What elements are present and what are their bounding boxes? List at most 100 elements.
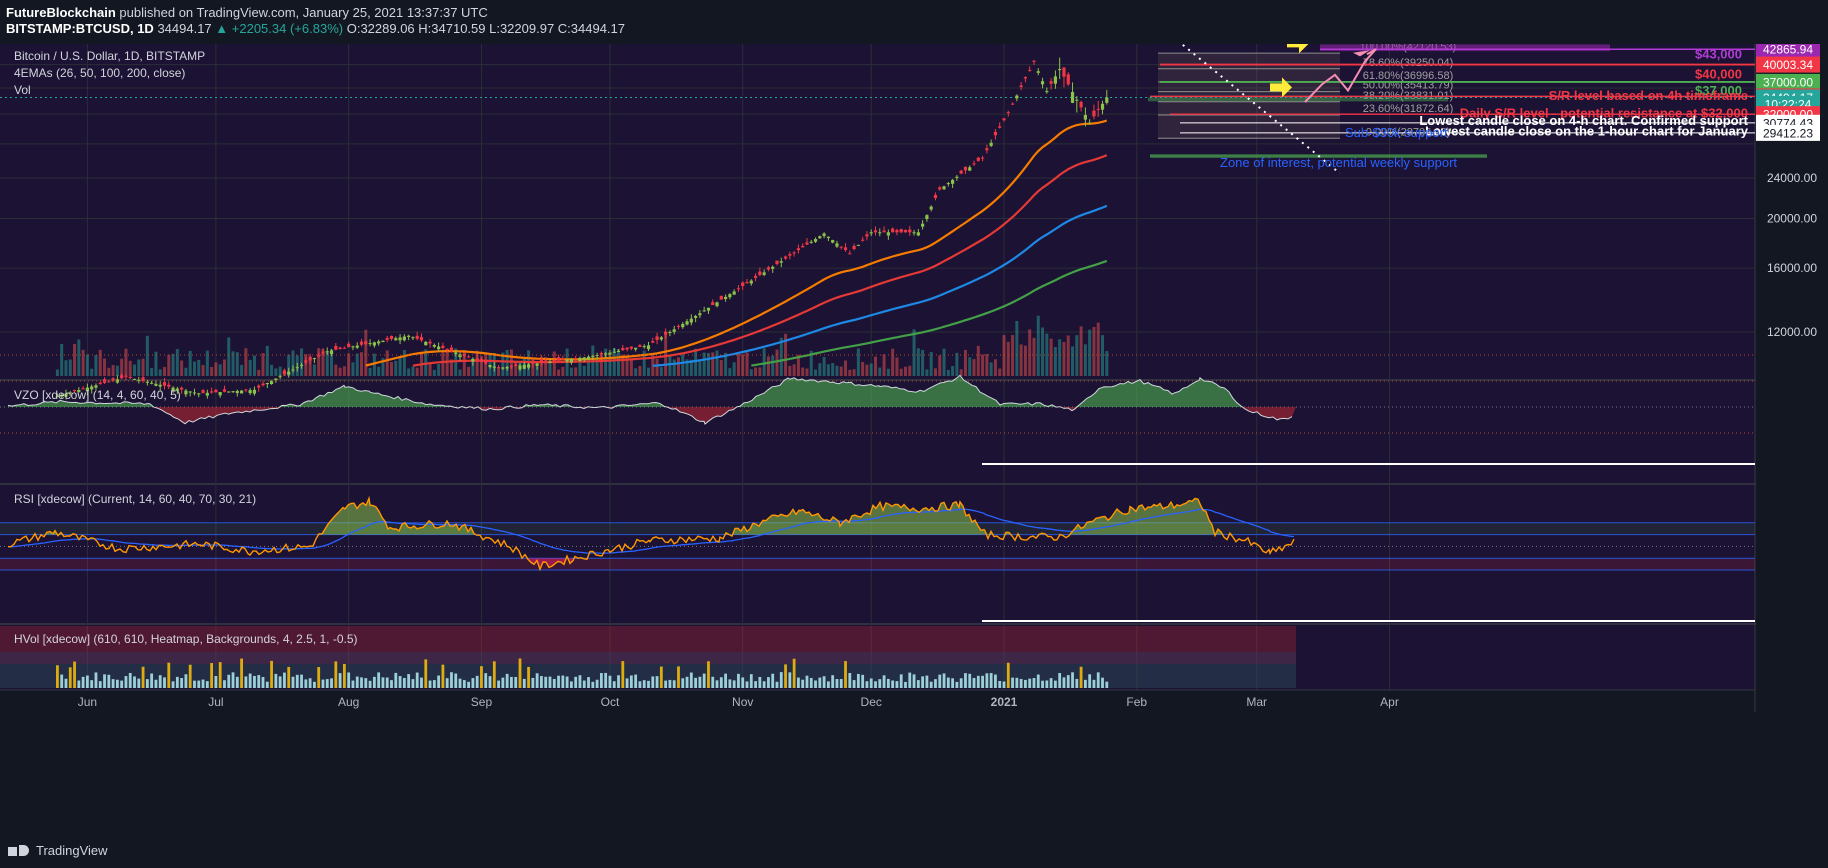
candle-body [120, 375, 124, 379]
hvol-legend: HVol [xdecow] (610, 610, Heatmap, Backgr… [14, 632, 358, 646]
candle-body [192, 392, 197, 394]
hvol-bar [338, 673, 342, 688]
candle-body [599, 352, 603, 355]
author-name[interactable]: FutureBlockchain [6, 5, 116, 20]
volume-bar [646, 367, 650, 376]
hvol-bar [912, 674, 916, 688]
candle-body [591, 355, 595, 357]
hvol-bar [856, 673, 860, 688]
candle-body [938, 187, 942, 190]
candle-body [351, 346, 355, 348]
volume-bar [569, 367, 573, 376]
candle-body [471, 358, 475, 362]
hvol-bar [848, 673, 852, 688]
chart-canvas[interactable]: JunJulAugSepOctNovDec2021FebMarApr 100.0… [0, 44, 1828, 834]
volume-bar [184, 367, 188, 376]
candle-body [197, 393, 201, 395]
hvol-bar [128, 672, 132, 688]
hvol-bar [681, 678, 685, 688]
volume-bar [839, 366, 843, 376]
candle-body [749, 280, 753, 284]
candle-body [912, 232, 916, 234]
time-tick-label: 2021 [991, 695, 1018, 709]
volume-bar [137, 359, 141, 376]
hvol-bar [655, 676, 659, 688]
volume-bar [1015, 321, 1019, 376]
candle-body [419, 336, 424, 341]
volume-bar [398, 357, 402, 376]
hvol-bar [437, 675, 441, 688]
hvol-bar [916, 680, 920, 688]
candle-body [998, 126, 1002, 128]
candle-body [132, 378, 137, 380]
volume-bar [402, 350, 406, 376]
volume-bar [150, 368, 154, 376]
candle-body [514, 364, 518, 366]
volume-bar [865, 364, 869, 376]
hvol-bar [154, 679, 158, 688]
volume-bar [732, 362, 736, 376]
hvol-bar [231, 672, 235, 688]
volume-bar [788, 365, 792, 376]
candle-body [706, 307, 711, 311]
volume-bar [355, 353, 359, 376]
hvol-bar [120, 680, 124, 688]
candle-body [428, 341, 432, 344]
volume-bar [672, 359, 676, 376]
candle-body [424, 341, 428, 346]
candle-body [214, 389, 218, 393]
hvol-bar [659, 666, 663, 688]
volume-bar [629, 359, 633, 376]
hvol-bar [792, 658, 796, 688]
volume-bar [895, 357, 899, 376]
tradingview-logo[interactable]: TradingView [8, 843, 108, 858]
candle-body [968, 167, 972, 171]
volume-bar [916, 348, 920, 376]
volume-bar [180, 360, 184, 376]
volume-bar [64, 360, 68, 376]
volume-bar [317, 348, 321, 376]
volume-bar [728, 368, 732, 376]
volume-bar [1083, 344, 1087, 376]
volume-bar [1058, 339, 1062, 376]
candle-body [668, 331, 672, 333]
publish-line: FutureBlockchain published on TradingVie… [6, 5, 488, 20]
volume-bar [694, 348, 698, 376]
time-tick-label: Aug [338, 695, 359, 709]
candle-body [1010, 103, 1015, 105]
volume-bar [235, 352, 239, 376]
candle-body [621, 348, 625, 351]
volume-bar [676, 357, 680, 376]
volume-bar [968, 357, 972, 376]
symbol-name[interactable]: BITSTAMP:BTCUSD, 1D [6, 21, 154, 36]
hvol-bar [1036, 674, 1040, 688]
candle-body [582, 357, 586, 361]
candle-body [839, 246, 843, 248]
volume-bar [1066, 335, 1070, 376]
hvol-bar [604, 672, 608, 688]
candle-body [972, 163, 976, 165]
hvol-bar [929, 681, 933, 688]
candle-body [282, 370, 287, 374]
annotation-sr-4h: S/R level based on 4h timeframe [1549, 88, 1748, 103]
hvol-bar [1006, 662, 1010, 688]
candle-body [137, 379, 141, 381]
hvol-bar [1032, 678, 1036, 688]
volume-bar [882, 354, 886, 376]
candle-body [634, 347, 638, 350]
time-tick-label: Nov [732, 695, 753, 709]
candle-body [865, 234, 869, 237]
volume-bar [312, 364, 316, 376]
volume-bar [822, 356, 826, 376]
volume-bar [394, 360, 398, 376]
hvol-bar [1019, 678, 1023, 688]
volume-bar [762, 348, 766, 376]
candle-body [818, 236, 822, 239]
volume-bar [835, 365, 839, 376]
hvol-bar [60, 674, 64, 688]
vzo-legend: VZO [xdecow] (14, 4, 60, 40, 5) [14, 388, 181, 402]
volume-bar [946, 369, 950, 376]
rsi-legend: RSI [xdecow] (Current, 14, 60, 40, 70, 3… [14, 492, 256, 506]
volume-bar [848, 369, 852, 376]
volume-bar [818, 363, 822, 376]
